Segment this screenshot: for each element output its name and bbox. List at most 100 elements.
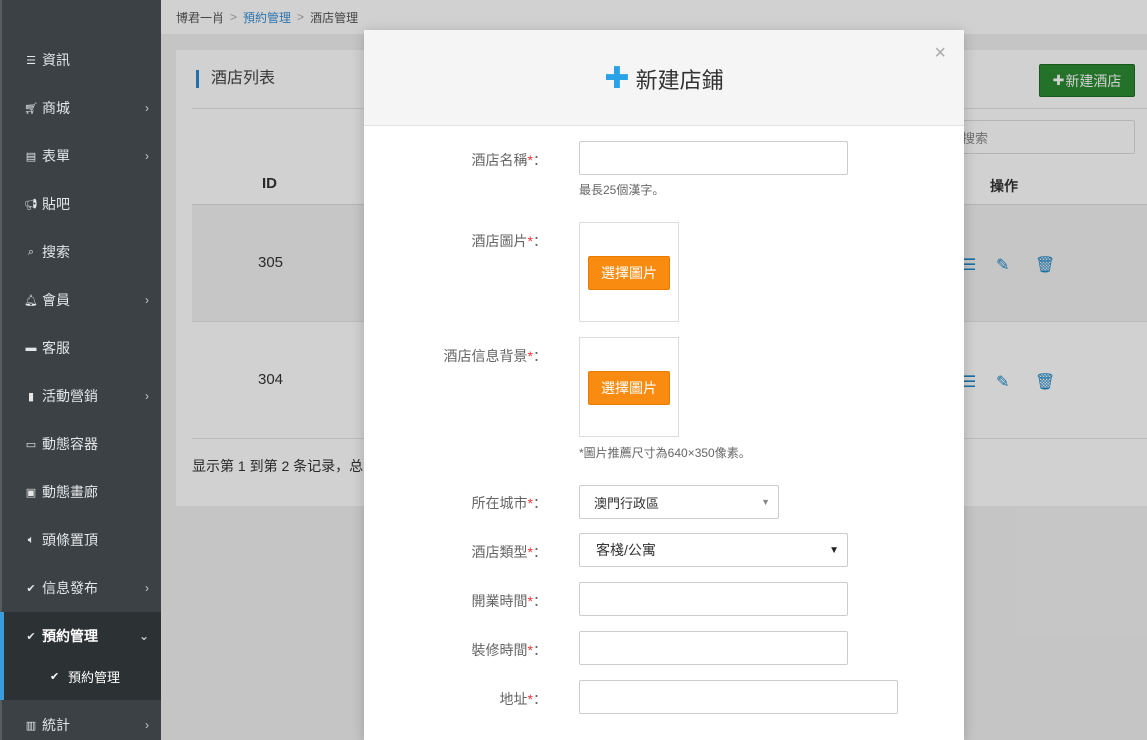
choose-image-button[interactable]: 選擇圖片 <box>588 371 670 405</box>
hotel-name-input[interactable] <box>579 141 848 175</box>
hotel-background-label: 酒店信息背景*： <box>444 346 547 366</box>
sidebar-item-gallery[interactable]: ▣ 動態畫廊 <box>2 468 161 516</box>
caret-down-icon: ▼ <box>829 545 839 556</box>
image-size-hint: *圖片推薦尺寸為640×350像素。 <box>579 446 751 460</box>
search-icon: ⌕ <box>27 245 35 258</box>
sidebar-item-headlines[interactable]: 🔈︎ 頭條置頂 <box>2 516 161 564</box>
new-store-modal: ✚ 新建店鋪 × 酒店名稱*： 最長25個漢字。 酒店圖片*： 選擇圖片 酒店信… <box>364 30 964 740</box>
opening-date-input[interactable] <box>579 582 848 616</box>
sidebar-item-container[interactable]: ▭ 動態容器 <box>2 420 161 468</box>
renovation-date-input[interactable] <box>579 631 848 665</box>
label-text: 酒店名稱 <box>471 152 528 168</box>
sidebar-subpanel: ✔ 預約管理 <box>0 660 161 700</box>
inbox-icon: ▭ <box>25 438 37 451</box>
sidebar-item-forum[interactable]: 📢︎ 貼吧 <box>2 180 161 228</box>
hotel-image-upload: 選擇圖片 <box>579 222 679 322</box>
label-text: 所在城市 <box>471 495 528 511</box>
label-colon: ： <box>533 233 547 249</box>
sidebar-item-label: 會員 <box>42 292 70 308</box>
chevron-right-icon: › <box>145 581 149 595</box>
sidebar-item-label: 頭條置頂 <box>42 532 98 548</box>
label-colon: ： <box>533 348 547 364</box>
plus-icon: ✚ <box>604 62 630 95</box>
sidebar-item-label: 商城 <box>42 100 70 116</box>
list-icon: ☰ <box>26 54 36 67</box>
sidebar-item-mall[interactable]: 🛒︎ 商城 › <box>2 84 161 132</box>
sidebar-subitem-label: 預約管理 <box>68 670 121 685</box>
renovation-date-label: 裝修時間*： <box>472 640 547 660</box>
comment-icon: ▬ <box>25 342 37 354</box>
city-select-value: 澳門行政區 <box>594 495 660 511</box>
address-label: 地址*： <box>500 689 547 709</box>
sidebar-subitem-booking[interactable]: ✔ 預約管理 <box>50 667 120 686</box>
label-colon: ： <box>533 495 547 511</box>
opening-date-label: 開業時間*： <box>472 591 547 611</box>
sidebar-item-label: 客服 <box>42 340 70 356</box>
bar-chart-icon: ▥ <box>25 719 37 732</box>
check-icon: ✔ <box>50 671 60 683</box>
hotel-name-hint: 最長25個漢字。 <box>579 183 665 197</box>
megaphone-icon: 📢︎ <box>24 198 38 211</box>
caret-down-icon: ▼ <box>761 497 770 507</box>
sidebar-item-search[interactable]: ⌕ 搜索 <box>2 228 161 276</box>
sidebar-item-news[interactable]: ☰ 資訊 <box>2 36 161 84</box>
hotel-name-label: 酒店名稱*： <box>472 150 547 170</box>
hotel-type-select-value: 客棧/公寓 <box>596 542 656 558</box>
picture-icon: ▣ <box>25 486 37 499</box>
label-text: 酒店信息背景 <box>443 348 528 364</box>
volume-icon: 🔈︎ <box>27 533 35 546</box>
city-select[interactable]: 澳門行政區 ▼ <box>579 485 779 519</box>
chevron-right-icon: › <box>145 149 149 163</box>
sidebar-item-label: 信息發布 <box>42 580 98 596</box>
sidebar-item-members[interactable]: 🔔︎ 會員 › <box>2 276 161 324</box>
label-text: 裝修時間 <box>471 642 528 658</box>
label-colon: ： <box>533 691 547 707</box>
modal-title-text: 新建店鋪 <box>635 68 724 93</box>
city-label: 所在城市*： <box>472 493 547 513</box>
chevron-right-icon: › <box>145 389 149 403</box>
sidebar: ☰ 資訊 🛒︎ 商城 › ▤ 表單 › 📢︎ 貼吧 ⌕ 搜索 🔔︎ 會員 › ▬… <box>0 0 161 740</box>
sidebar-item-label: 資訊 <box>42 52 70 68</box>
check-icon: ✔ <box>26 630 36 643</box>
label-colon: ： <box>533 152 547 168</box>
label-text: 地址 <box>499 691 528 707</box>
sidebar-item-publish[interactable]: ✔ 信息發布 › <box>2 564 161 612</box>
hotel-image-label: 酒店圖片*： <box>472 231 547 251</box>
hotel-type-select[interactable]: 客棧/公寓 ▼ <box>579 533 848 567</box>
close-icon[interactable]: × <box>934 42 946 65</box>
bookmark-icon: ▮ <box>27 390 35 403</box>
cart-icon: 🛒︎ <box>24 102 38 115</box>
sidebar-item-label: 表單 <box>42 148 70 164</box>
sidebar-item-stats[interactable]: ▥ 統計 › <box>2 701 161 740</box>
choose-image-button[interactable]: 選擇圖片 <box>588 256 670 290</box>
label-text: 酒店類型 <box>471 544 528 560</box>
label-colon: ： <box>533 544 547 560</box>
sidebar-item-label: 動態容器 <box>42 436 98 452</box>
chevron-down-icon: ⌄ <box>138 629 149 643</box>
sidebar-item-booking[interactable]: ✔ 預約管理 ⌄ <box>0 612 161 660</box>
sidebar-item-label: 動態畫廊 <box>42 484 98 500</box>
address-input[interactable] <box>579 680 898 714</box>
label-text: 酒店圖片 <box>471 233 528 249</box>
chevron-right-icon: › <box>145 293 149 307</box>
sidebar-item-label: 貼吧 <box>42 196 70 212</box>
modal-header: ✚ 新建店鋪 × <box>364 30 964 126</box>
sidebar-item-forms[interactable]: ▤ 表單 › <box>2 132 161 180</box>
sidebar-item-support[interactable]: ▬ 客服 <box>2 324 161 372</box>
label-colon: ： <box>533 593 547 609</box>
sidebar-item-label: 搜索 <box>42 244 70 260</box>
sidebar-item-marketing[interactable]: ▮ 活動營銷 › <box>2 372 161 420</box>
modal-title: ✚ 新建店鋪 <box>364 63 964 95</box>
hotel-background-upload: 選擇圖片 <box>579 337 679 437</box>
sidebar-item-label: 預約管理 <box>42 628 98 644</box>
hotel-type-label: 酒店類型*： <box>472 542 547 562</box>
label-text: 開業時間 <box>471 593 528 609</box>
sidebar-item-label: 統計 <box>42 717 70 733</box>
chevron-right-icon: › <box>145 101 149 115</box>
bell-icon: 🔔︎ <box>24 294 38 307</box>
label-colon: ： <box>533 642 547 658</box>
chevron-right-icon: › <box>145 718 149 732</box>
check-icon: ✔ <box>26 582 36 595</box>
sidebar-item-label: 活動營銷 <box>42 388 98 404</box>
form-icon: ▤ <box>25 150 37 163</box>
